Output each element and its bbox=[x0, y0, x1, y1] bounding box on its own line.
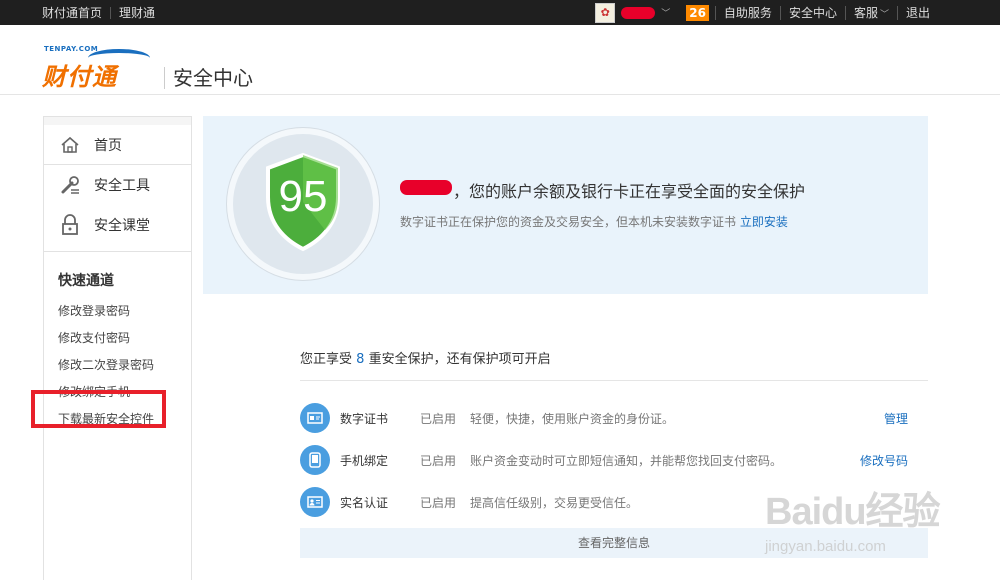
redacted-username[interactable] bbox=[621, 6, 656, 19]
top-bar-left: 财付通首页 理财通 bbox=[42, 0, 155, 25]
id-card-icon bbox=[300, 487, 330, 517]
phone-icon bbox=[300, 445, 330, 475]
tenpay-home-link[interactable]: 财付通首页 bbox=[42, 4, 102, 21]
logo-domain: TENPAY.COM bbox=[44, 45, 99, 53]
licaitong-link[interactable]: 理财通 bbox=[119, 4, 155, 21]
banner-headline: ，您的账户余额及银行卡正在享受全面的安全保护 bbox=[453, 182, 806, 201]
protection-desc: 轻便，快捷，使用账户资金的身份证。 bbox=[470, 411, 675, 426]
security-score-banner: 95 ，您的账户余额及银行卡正在享受全面的安全保护 数字证书正在保护您的资金及交… bbox=[203, 116, 928, 294]
watermark-brand: Baidu经验 bbox=[765, 491, 941, 533]
page-title: 安全中心 bbox=[173, 66, 253, 90]
protection-count: 8 bbox=[356, 352, 365, 367]
customer-service-menu[interactable]: 客服 ﹀ bbox=[844, 5, 897, 20]
chevron-down-icon: ﹀ bbox=[879, 9, 889, 20]
top-bar-right: ✿ ﹀ 26 自助服务 安全中心 客服 ﹀ 退出 bbox=[595, 0, 1000, 25]
chevron-down-icon[interactable]: ﹀ bbox=[661, 6, 670, 19]
sidebar-divider bbox=[44, 251, 191, 252]
sidebar-item-tools[interactable]: 安全工具 bbox=[44, 165, 191, 205]
sidebar-item-label: 首页 bbox=[94, 137, 122, 154]
change-number-link[interactable]: 修改号码 bbox=[826, 452, 908, 469]
summary-prefix: 您正享受 bbox=[300, 352, 353, 367]
logout-link[interactable]: 退出 bbox=[896, 5, 938, 20]
sidebar-item-label: 安全工具 bbox=[94, 178, 150, 194]
self-service-link[interactable]: 自助服务 bbox=[714, 5, 780, 20]
security-center-link[interactable]: 安全中心 bbox=[779, 5, 845, 20]
logo-text: 财付通 bbox=[42, 63, 117, 91]
lock-icon bbox=[58, 213, 82, 237]
change-payment-password-link[interactable]: 修改支付密码 bbox=[58, 325, 191, 352]
summary-suffix: 重安全保护，还有保护项可开启 bbox=[368, 352, 551, 367]
customer-service-label: 客服 bbox=[853, 5, 878, 20]
security-score: 95 bbox=[278, 172, 328, 221]
protection-name: 实名认证 bbox=[340, 495, 389, 510]
change-secondary-login-password-link[interactable]: 修改二次登录密码 bbox=[58, 352, 191, 379]
protection-name: 手机绑定 bbox=[340, 453, 389, 468]
certificate-notice: 数字证书正在保护您的资金及交易安全，但本机未安装数字证书 bbox=[400, 215, 737, 229]
protection-summary: 您正享受 8 重安全保护，还有保护项可开启 bbox=[300, 348, 551, 367]
sidebar: 首页 安全工具 安全课堂 快速通道 修改登录密码 修改支付密码 修改二次登录密码… bbox=[43, 116, 192, 580]
protection-row-certificate: 数字证书 已启用 轻便，快捷，使用账户资金的身份证。 管理 bbox=[300, 401, 928, 435]
page-header: TENPAY.COM 财付通 安全中心 bbox=[0, 25, 1000, 95]
sidebar-item-label: 安全课堂 bbox=[94, 218, 150, 234]
tenpay-logo[interactable]: TENPAY.COM 财付通 bbox=[42, 45, 152, 91]
protection-status: 已启用 bbox=[420, 453, 457, 468]
top-bar: 财付通首页 理财通 ✿ ﹀ 26 自助服务 安全中心 客服 ﹀ 退出 bbox=[0, 0, 1000, 25]
home-icon bbox=[58, 133, 82, 157]
avatar[interactable]: ✿ bbox=[595, 2, 616, 23]
protection-row-phone: 手机绑定 已启用 账户资金变动时可立即短信通知，并能帮您找回支付密码。 修改号码 bbox=[300, 443, 928, 477]
protection-status: 已启用 bbox=[420, 411, 457, 426]
divider bbox=[110, 6, 112, 19]
header-divider bbox=[164, 67, 165, 89]
banner-subline: 数字证书正在保护您的资金及交易安全，但本机未安装数字证书 立即安装 bbox=[400, 213, 788, 230]
change-login-password-link[interactable]: 修改登录密码 bbox=[58, 298, 191, 325]
protection-name: 数字证书 bbox=[340, 411, 389, 426]
notification-badge[interactable]: 26 bbox=[686, 4, 709, 21]
redacted-username bbox=[400, 180, 452, 195]
sidebar-item-home[interactable]: 首页 bbox=[44, 117, 191, 165]
highlight-annotation bbox=[31, 390, 166, 428]
install-now-link[interactable]: 立即安装 bbox=[740, 215, 788, 229]
manage-certificate-link[interactable]: 管理 bbox=[826, 410, 908, 427]
score-ring: 95 bbox=[227, 128, 379, 280]
protection-status: 已启用 bbox=[420, 495, 457, 510]
sidebar-item-classroom[interactable]: 安全课堂 bbox=[44, 205, 191, 245]
quick-access-title: 快速通道 bbox=[58, 273, 114, 289]
section-divider bbox=[300, 380, 928, 381]
watermark-url: jingyan.baidu.com bbox=[765, 538, 886, 555]
certificate-icon bbox=[300, 403, 330, 433]
tools-icon bbox=[58, 173, 82, 197]
protection-desc: 账户资金变动时可立即短信通知，并能帮您找回支付密码。 bbox=[470, 453, 783, 468]
